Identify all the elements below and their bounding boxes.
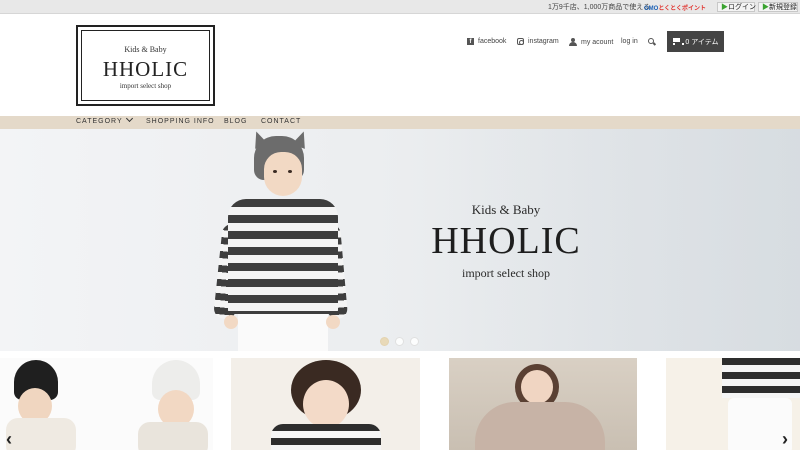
cart-icon: [672, 38, 685, 45]
topbar-login-button[interactable]: ▶ログイン: [717, 2, 756, 12]
login-label: log in: [621, 38, 638, 45]
nav-item-category[interactable]: CATEGORY: [76, 114, 133, 125]
nav-item-contact[interactable]: CONTACT: [261, 118, 301, 125]
nav-item-blog[interactable]: BLOG: [224, 118, 247, 125]
child-hand: [224, 315, 238, 329]
site-logo[interactable]: Kids & Baby HHOLIC import select shop: [76, 25, 215, 106]
carousel-prev-button[interactable]: ‹: [6, 430, 18, 448]
arrow-right-icon: ›: [782, 429, 788, 449]
logo-title: HHOLIC: [102, 57, 189, 81]
cart-button[interactable]: 0 アイテム: [667, 31, 724, 52]
carousel-image-3[interactable]: [449, 358, 637, 450]
child-hand: [326, 315, 340, 329]
striped-shirt: [271, 424, 381, 450]
login-link[interactable]: log in: [621, 38, 638, 45]
instagram-link[interactable]: instagram: [517, 38, 559, 45]
slider-pagination: [380, 337, 419, 346]
search-button[interactable]: [648, 38, 656, 46]
baby-shirt: [138, 422, 208, 450]
topbar-login-label: ログイン: [728, 4, 756, 11]
my-account-label: my acount: [581, 38, 614, 46]
top-utility-bar: 1万9千店、1,000万商品で使える GMOとくとくポイント ▶ログイン ▶新規…: [0, 0, 800, 14]
logo-tagline: import select shop: [119, 82, 172, 90]
nav-item-shopping-info[interactable]: SHOPPING INFO: [146, 118, 215, 125]
topbar-register-button[interactable]: ▶新規登録: [758, 2, 798, 12]
carousel-image-2[interactable]: [231, 358, 420, 450]
hero-title: HHOLIC: [431, 220, 581, 262]
arrow-right-icon: ▶: [762, 4, 769, 11]
facebook-icon: f: [467, 38, 474, 45]
hero-subtitle: Kids & Baby: [471, 202, 541, 217]
product-carousel: [0, 358, 800, 450]
instagram-icon: [517, 38, 524, 45]
chevron-down-icon: [125, 114, 133, 123]
cart-label: 0 アイテム: [685, 38, 719, 46]
main-nav: CATEGORY SHOPPING INFO BLOG CONTACT: [0, 114, 800, 129]
gmo-brand: GMO: [644, 6, 659, 12]
facebook-link[interactable]: f facebook: [467, 38, 506, 45]
logo-subtitle: Kids & Baby: [124, 45, 167, 54]
child-pants: [238, 314, 328, 351]
my-account-link[interactable]: my acount: [569, 38, 613, 46]
striped-shirt: [722, 358, 800, 398]
child-face: [264, 152, 302, 196]
nav-item-category-label: CATEGORY: [76, 118, 123, 125]
arrow-right-icon: ▶: [721, 4, 728, 11]
gmo-notice: 1万9千店、1,000万商品で使える: [548, 4, 651, 11]
slider-dot-3[interactable]: [410, 337, 419, 346]
carousel-image-4[interactable]: [666, 358, 800, 450]
slider-dot-1[interactable]: [380, 337, 389, 346]
search-icon: [648, 38, 656, 46]
user-icon: [569, 38, 577, 46]
eye: [273, 170, 277, 173]
gmo-points-text: とくとくポイント: [658, 6, 706, 12]
slider-dot-2[interactable]: [395, 337, 404, 346]
logo-inner-frame: Kids & Baby HHOLIC import select shop: [81, 30, 210, 101]
topbar-register-label: 新規登録: [769, 4, 797, 11]
gmo-points-logo[interactable]: GMOとくとくポイント: [644, 3, 706, 12]
pink-dress: [475, 402, 605, 450]
arrow-left-icon: ‹: [6, 429, 12, 449]
hero-slider[interactable]: Kids & Baby HHOLIC import select shop: [0, 129, 800, 351]
instagram-label: instagram: [528, 38, 559, 45]
girl-face: [521, 370, 553, 404]
eye: [288, 170, 292, 173]
hero-tagline: import select shop: [462, 266, 550, 280]
carousel-image-1[interactable]: [0, 358, 213, 450]
facebook-label: facebook: [478, 38, 507, 45]
carousel-next-button[interactable]: ›: [782, 430, 794, 448]
child-face: [303, 380, 349, 428]
